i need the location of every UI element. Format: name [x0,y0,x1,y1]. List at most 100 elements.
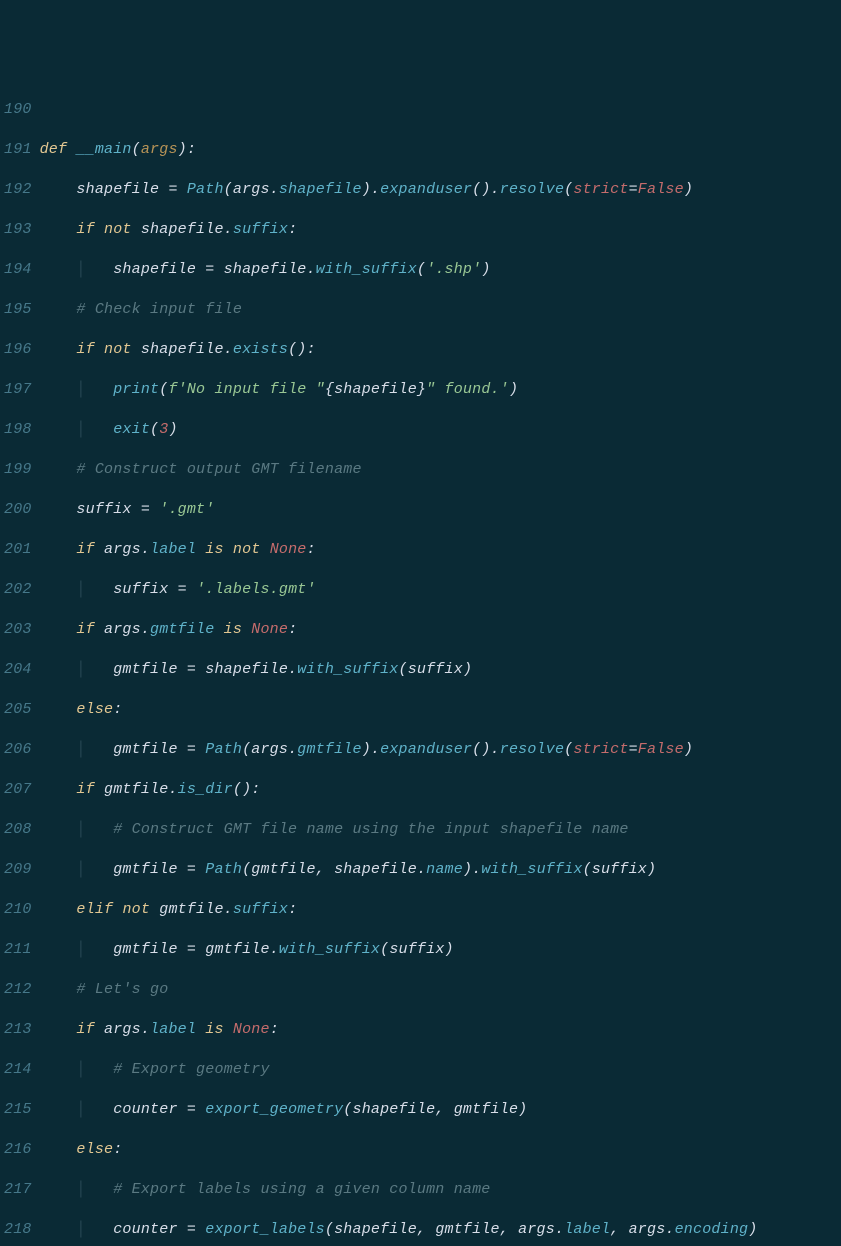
method: expanduser [380,181,472,198]
code-line[interactable]: │ # Export geometry [40,1060,841,1080]
code-line[interactable]: │ counter = export_labels(shapefile, gmt… [40,1220,841,1240]
code-line[interactable]: elif not gmtfile.suffix: [40,900,841,920]
code-line[interactable]: if gmtfile.is_dir(): [40,780,841,800]
variable: suffix [113,581,168,598]
code-content[interactable]: def __main(args): shapefile = Path(args.… [38,80,841,703]
line-number: 196 [4,340,32,360]
keyword-not: not [104,341,132,358]
attribute: label [150,1021,196,1038]
code-line[interactable]: if args.label is not None: [40,540,841,560]
line-number: 201 [4,540,32,560]
code-editor[interactable]: 190 191 192 193 194 195 196 197 198 199 … [0,80,841,703]
method: with_suffix [297,661,398,678]
none: None [233,1021,270,1038]
code-line[interactable]: else: [40,700,841,720]
comment: # Construct GMT file name using the inpu… [113,821,628,838]
line-number: 206 [4,740,32,760]
class-call: Path [187,181,224,198]
variable: args [104,621,141,638]
line-number: 203 [4,620,32,640]
line-number: 190 [4,100,32,120]
variable: shapefile [334,1221,417,1238]
code-line[interactable] [40,100,841,120]
code-line[interactable]: │ # Export labels using a given column n… [40,1180,841,1200]
fstring-var: shapefile [334,381,417,398]
variable: shapefile [334,861,417,878]
keyword-if: if [76,341,94,358]
code-line[interactable]: │ print(f'No input file "{shapefile}" fo… [40,380,841,400]
line-number: 198 [4,420,32,440]
variable: counter [113,1101,177,1118]
line-number: 213 [4,1020,32,1040]
class-call: Path [205,741,242,758]
builtin: print [113,381,159,398]
line-number: 194 [4,260,32,280]
line-number: 207 [4,780,32,800]
code-line[interactable]: # Let's go [40,980,841,1000]
indent-guide: │ [76,741,85,758]
string: '.shp' [426,261,481,278]
method: expanduser [380,741,472,758]
keyword-not: not [122,901,150,918]
variable: gmtfile [251,861,315,878]
function-name: __main [76,141,131,158]
keyword-is: is [205,1021,223,1038]
code-line[interactable]: │ suffix = '.labels.gmt' [40,580,841,600]
code-line[interactable]: # Construct output GMT filename [40,460,841,480]
variable: args [233,181,270,198]
attribute: encoding [675,1221,749,1238]
code-line[interactable]: │ shapefile = shapefile.with_suffix('.sh… [40,260,841,280]
line-number: 218 [4,1220,32,1240]
attribute: label [564,1221,610,1238]
indent-guide: │ [76,1181,85,1198]
code-line[interactable]: │ exit(3) [40,420,841,440]
keyword-elif: elif [76,901,113,918]
variable: gmtfile [113,661,177,678]
variable: shapefile [113,261,196,278]
code-line[interactable]: if not shapefile.exists(): [40,340,841,360]
code-line[interactable]: else: [40,1140,841,1160]
boolean: False [638,741,684,758]
code-line[interactable]: if not shapefile.suffix: [40,220,841,240]
code-line[interactable]: │ gmtfile = Path(gmtfile, shapefile.name… [40,860,841,880]
attribute: suffix [233,901,288,918]
variable: args [518,1221,555,1238]
indent-guide: │ [76,1221,85,1238]
indent-guide: │ [76,661,85,678]
variable: shapefile [205,661,288,678]
indent-guide: │ [76,381,85,398]
code-line[interactable]: │ gmtfile = Path(args.gmtfile).expanduse… [40,740,841,760]
keyword-else: else [76,1141,113,1158]
keyword-is: is [224,621,242,638]
comment: # Let's go [76,981,168,998]
code-line[interactable]: shapefile = Path(args.shapefile).expandu… [40,180,841,200]
code-line[interactable]: # Check input file [40,300,841,320]
attribute: shapefile [279,181,362,198]
code-line[interactable]: if args.label is None: [40,1020,841,1040]
code-line[interactable]: │ # Construct GMT file name using the in… [40,820,841,840]
code-line[interactable]: │ gmtfile = shapefile.with_suffix(suffix… [40,660,841,680]
string: '.labels.gmt' [196,581,316,598]
variable: args [104,541,141,558]
variable: shapefile [76,181,159,198]
variable: args [629,1221,666,1238]
indent-guide: │ [76,421,85,438]
none: None [270,541,307,558]
string: 'No input file " [178,381,325,398]
indent-guide: │ [76,861,85,878]
code-line[interactable]: │ counter = export_geometry(shapefile, g… [40,1100,841,1120]
keyword-if: if [76,1021,94,1038]
code-line[interactable]: if args.gmtfile is None: [40,620,841,640]
line-number-gutter: 190 191 192 193 194 195 196 197 198 199 … [0,80,38,703]
code-line[interactable]: │ gmtfile = gmtfile.with_suffix(suffix) [40,940,841,960]
variable: shapefile [224,261,307,278]
line-number: 210 [4,900,32,920]
line-number: 212 [4,980,32,1000]
code-line[interactable]: suffix = '.gmt' [40,500,841,520]
variable: suffix [592,861,647,878]
method: is_dir [178,781,233,798]
method: exists [233,341,288,358]
variable: args [104,1021,141,1038]
line-number: 193 [4,220,32,240]
code-line[interactable]: def __main(args): [40,140,841,160]
